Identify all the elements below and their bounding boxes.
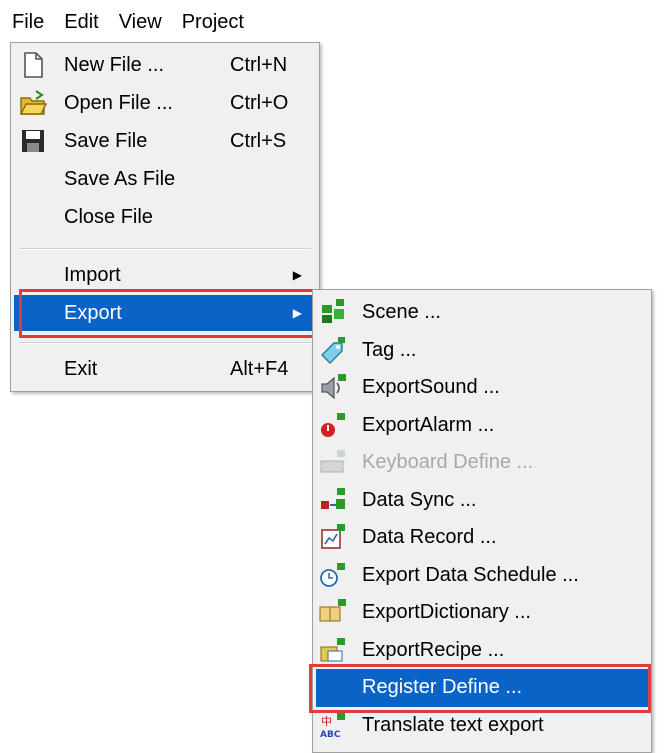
menu-item-exit[interactable]: Exit Alt+F4 [14, 351, 316, 387]
submenu-item-data-sync[interactable]: Data Sync ... [316, 482, 648, 520]
schedule-icon [318, 560, 348, 590]
svg-text:中: 中 [321, 715, 332, 728]
shortcut-label: Ctrl+S [230, 129, 287, 152]
submenu-arrow-icon: ▶ [292, 268, 302, 282]
menu-project[interactable]: Project [172, 0, 254, 44]
submenu-item-keyboard-define: Keyboard Define ... [316, 444, 648, 482]
tag-icon [318, 335, 348, 365]
menu-item-label: New File ... [64, 53, 165, 76]
submenu-item-export-sound[interactable]: ExportSound ... [316, 369, 648, 407]
dictionary-icon [318, 597, 348, 627]
alarm-icon [318, 410, 348, 440]
submenu-item-label: ExportSound ... [362, 376, 500, 399]
submenu-item-label: ExportDictionary ... [362, 601, 531, 624]
menu-item-close-file[interactable]: Close File [14, 199, 316, 235]
data-record-icon [318, 522, 348, 552]
export-submenu: Scene ... Tag ... ExportSound ... Export… [312, 289, 652, 753]
shortcut-label: Ctrl+O [230, 91, 289, 114]
shortcut-label: Alt+F4 [230, 357, 289, 380]
submenu-item-scene[interactable]: Scene ... [316, 294, 648, 332]
submenu-item-label: Scene ... [362, 301, 441, 324]
submenu-item-export-data-schedule[interactable]: Export Data Schedule ... [316, 557, 648, 595]
submenu-item-label: Data Sync ... [362, 488, 477, 511]
scene-icon [318, 297, 348, 327]
menu-item-open-file[interactable]: Open File ... Ctrl+O [14, 85, 316, 121]
menu-view[interactable]: View [109, 0, 172, 44]
file-menu: New File ... Ctrl+N Open File ... Ctrl+O… [10, 42, 320, 392]
submenu-item-data-record[interactable]: Data Record ... [316, 519, 648, 557]
menu-file[interactable]: File [0, 0, 54, 44]
submenu-item-label: Keyboard Define ... [362, 451, 534, 474]
open-file-icon [18, 88, 48, 118]
translate-icon: 中 ABC [318, 710, 348, 740]
submenu-item-export-alarm[interactable]: ExportAlarm ... [316, 407, 648, 445]
menu-item-save-file[interactable]: Save File Ctrl+S [14, 123, 316, 159]
menu-item-save-as-file[interactable]: Save As File [14, 161, 316, 197]
submenu-item-register-define[interactable]: Register Define ... [316, 669, 648, 707]
menu-separator [19, 342, 311, 344]
new-file-icon [18, 50, 48, 80]
menu-item-import[interactable]: Import ▶ [14, 257, 316, 293]
submenu-item-tag[interactable]: Tag ... [316, 332, 648, 370]
menu-item-export[interactable]: Export ▶ [14, 295, 316, 331]
submenu-item-export-recipe[interactable]: ExportRecipe ... [316, 632, 648, 670]
submenu-arrow-icon: ▶ [292, 306, 302, 320]
svg-text:ABC: ABC [320, 730, 341, 740]
save-icon [18, 126, 48, 156]
submenu-item-label: ExportAlarm ... [362, 413, 495, 436]
submenu-item-translate-text-export[interactable]: 中 ABC Translate text export [316, 707, 648, 745]
sound-icon [318, 372, 348, 402]
menu-item-label: Import [64, 263, 121, 286]
menu-item-label: Save As File [64, 167, 176, 190]
submenu-item-export-dictionary[interactable]: ExportDictionary ... [316, 594, 648, 632]
data-sync-icon [318, 485, 348, 515]
shortcut-label: Ctrl+N [230, 53, 288, 76]
menu-item-label: Exit [64, 357, 98, 380]
menu-separator [19, 248, 311, 250]
menu-edit[interactable]: Edit [54, 0, 108, 44]
menu-item-label: Save File [64, 129, 148, 152]
menu-bar: File Edit View Project [0, 0, 320, 44]
submenu-item-label: ExportRecipe ... [362, 638, 505, 661]
submenu-item-label: Translate text export [362, 713, 544, 736]
recipe-icon [318, 635, 348, 665]
submenu-item-label: Data Record ... [362, 526, 497, 549]
submenu-item-label: Export Data Schedule ... [362, 563, 579, 586]
menu-item-label: Open File ... [64, 91, 173, 114]
submenu-item-label: Tag ... [362, 338, 417, 361]
menu-item-label: Close File [64, 205, 153, 228]
menu-item-label: Export [64, 301, 122, 324]
keyboard-icon [318, 447, 348, 477]
submenu-item-label: Register Define ... [362, 676, 523, 699]
menu-item-new-file[interactable]: New File ... Ctrl+N [14, 47, 316, 83]
